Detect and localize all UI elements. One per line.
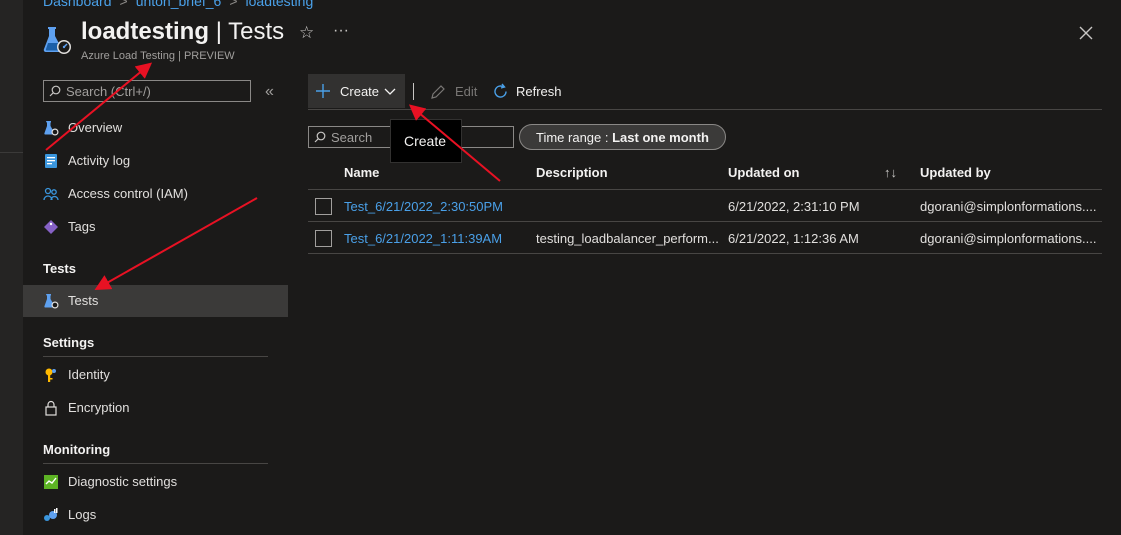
breadcrumb: Dashboard > unton_brief_6 > loadtesting [43, 0, 313, 9]
breadcrumb-chevron-icon: > [229, 0, 238, 9]
lock-icon [45, 400, 57, 416]
breadcrumb-chevron-icon: > [119, 0, 128, 9]
sidebar-search-input[interactable] [66, 82, 246, 100]
row-checkbox[interactable] [315, 198, 332, 215]
sort-icon[interactable]: ↑↓ [884, 165, 897, 180]
plus-icon [316, 84, 330, 98]
sidebar-item-label: Logs [68, 507, 97, 522]
table-header-divider [308, 189, 1102, 190]
sidebar-item-tags[interactable]: Tags [23, 211, 288, 243]
row-divider [308, 221, 1102, 222]
collapse-sidebar-icon[interactable]: « [265, 83, 274, 101]
sidebar-item-label: Tests [68, 293, 99, 308]
column-header-description[interactable]: Description [536, 165, 608, 180]
time-range-label: Time range : [536, 130, 613, 145]
chevron-down-icon [384, 88, 396, 95]
toolbar-divider [413, 83, 414, 100]
create-button-label: Create [340, 84, 380, 99]
toolbar-divider-line [308, 109, 1102, 110]
test-name-link[interactable]: Test_6/21/2022_1:11:39AM [344, 231, 529, 246]
test-updated-by: dgorani@simplonformations.... [920, 231, 1097, 246]
create-tooltip: Create [390, 119, 462, 163]
sidebar-item-label: Identity [68, 367, 110, 382]
sidebar-item-identity[interactable]: Identity [23, 359, 288, 391]
section-title-monitoring: Monitoring [43, 442, 111, 457]
people-icon [43, 187, 59, 201]
refresh-button-label: Refresh [516, 84, 562, 99]
page-subtitle: Azure Load Testing | PREVIEW [81, 50, 235, 62]
logs-icon [44, 508, 58, 521]
sidebar-item-encryption[interactable]: Encryption [23, 392, 288, 424]
page-title: loadtesting | Tests [81, 18, 284, 46]
more-options-icon[interactable]: ··· [333, 22, 349, 40]
page-name: Tests [228, 18, 285, 45]
create-button[interactable]: Create [308, 74, 405, 108]
edit-button-label: Edit [455, 84, 478, 99]
row-divider [308, 253, 1102, 254]
breadcrumb-resource-group[interactable]: unton_brief_6 [136, 0, 222, 9]
sidebar-item-overview[interactable]: Overview [23, 112, 288, 144]
column-header-updated-on[interactable]: Updated on [728, 165, 800, 180]
edit-button[interactable]: Edit [428, 74, 480, 108]
test-updated-by: dgorani@simplonformations.... [920, 199, 1097, 214]
test-name-link[interactable]: Test_6/21/2022_2:30:50PM [344, 199, 529, 214]
favorite-star-icon[interactable]: ☆ [299, 23, 314, 43]
sidebar-item-label: Encryption [68, 400, 130, 415]
activity-log-icon [45, 154, 57, 168]
sidebar-item-label: Overview [68, 120, 123, 135]
left-edge-bar [0, 0, 23, 535]
sidebar-item-activity-log[interactable]: Activity log [23, 145, 288, 177]
load-testing-icon [44, 121, 59, 136]
load-testing-icon [43, 27, 71, 54]
sidebar-item-label: Tags [68, 219, 96, 234]
identity-key-icon [45, 368, 56, 382]
column-header-name[interactable]: Name [344, 165, 379, 180]
search-icon [49, 85, 61, 97]
title-separator: | [215, 18, 222, 45]
section-divider [43, 463, 268, 464]
sidebar-search-box[interactable] [43, 80, 251, 102]
breadcrumb-resource[interactable]: loadtesting [246, 0, 314, 9]
load-testing-icon [44, 294, 59, 309]
pencil-icon [431, 85, 445, 99]
sidebar-item-label: Activity log [68, 153, 131, 168]
sidebar-item-label: Diagnostic settings [68, 474, 178, 489]
section-title-settings: Settings [43, 335, 95, 350]
sidebar-item-access-control[interactable]: Access control (IAM) [23, 178, 288, 210]
test-updated-on: 6/21/2022, 2:31:10 PM [728, 199, 860, 214]
search-icon [314, 131, 326, 143]
diagnostic-icon [44, 475, 58, 489]
resource-name: loadtesting [81, 18, 210, 45]
section-divider [43, 356, 268, 357]
refresh-button[interactable]: Refresh [491, 74, 562, 108]
time-range-filter[interactable]: Time range : Last one month [519, 124, 726, 150]
sidebar-item-tests[interactable]: Tests [23, 285, 288, 317]
time-range-value: Last one month [612, 130, 709, 145]
breadcrumb-dashboard[interactable]: Dashboard [43, 0, 112, 9]
sidebar-item-diagnostic-settings[interactable]: Diagnostic settings [23, 466, 288, 498]
tag-icon [44, 220, 58, 234]
test-updated-on: 6/21/2022, 1:12:36 AM [728, 231, 859, 246]
row-checkbox[interactable] [315, 230, 332, 247]
test-description: testing_loadbalancer_perform... [536, 231, 718, 246]
close-icon[interactable] [1077, 24, 1095, 42]
section-title-tests: Tests [43, 261, 76, 276]
refresh-icon [494, 83, 507, 98]
sidebar-item-label: Access control (IAM) [68, 186, 188, 201]
column-header-updated-by[interactable]: Updated by [920, 165, 991, 180]
sidebar-item-logs[interactable]: Logs [23, 499, 288, 531]
